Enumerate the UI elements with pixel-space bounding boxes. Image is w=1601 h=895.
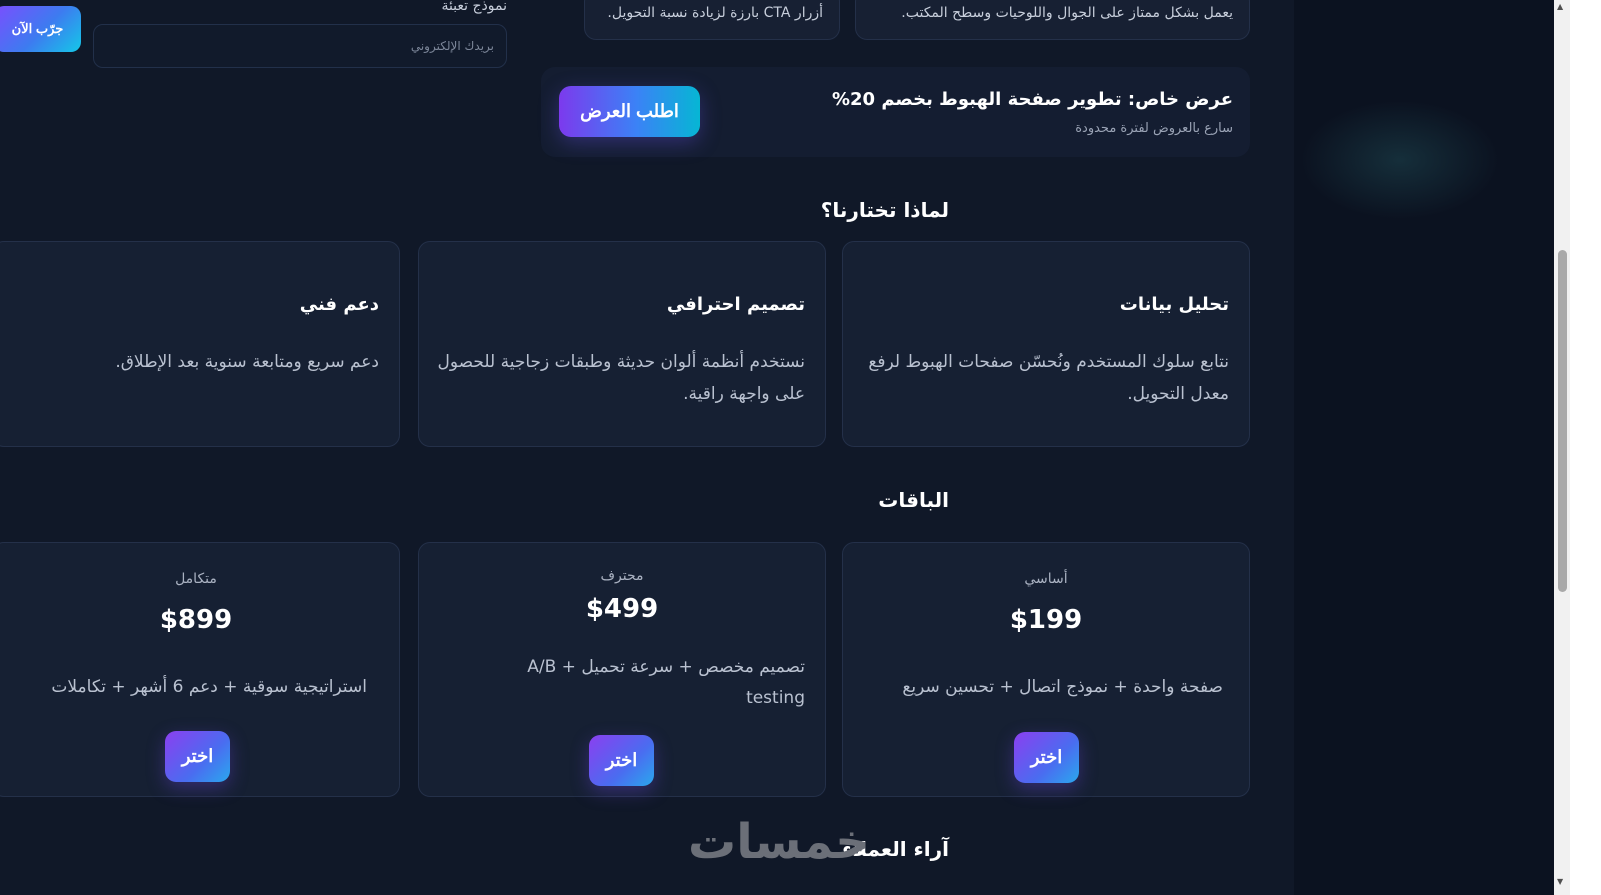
- watermark-logo: خمسات: [688, 814, 870, 870]
- feature-card-cta: أزرار CTA بارزة لزيادة نسبة التحويل.: [584, 0, 840, 40]
- try-now-button[interactable]: جرّب الآن: [0, 6, 81, 52]
- plan-price: $899: [159, 605, 233, 635]
- scrollbar-thumb[interactable]: [1558, 250, 1567, 592]
- plan-price: $499: [585, 594, 659, 624]
- why-card-title: دعم فني: [299, 294, 379, 315]
- feature-card-responsive: يعمل بشكل ممتاز على الجوال واللوحيات وسط…: [855, 0, 1250, 40]
- page: يعمل بشكل ممتاز على الجوال واللوحيات وسط…: [0, 0, 1601, 895]
- why-card-title: تحليل بيانات: [1119, 294, 1229, 315]
- window-edge: [1570, 0, 1601, 895]
- scrollbar[interactable]: ▲ ▼: [1554, 0, 1570, 895]
- why-card-text: نستخدم أنظمة ألوان حديثة وطبقات زجاجية ل…: [437, 352, 805, 404]
- plan-name: محترف: [600, 568, 644, 584]
- choose-plan-button[interactable]: اختر: [589, 735, 654, 786]
- why-card-support: دعم فني دعم سريع ومتابعة سنوية بعد الإطل…: [0, 241, 400, 447]
- plan-card-complete: متكامل $899 استراتيجية سوقية + دعم 6 أشه…: [0, 542, 400, 797]
- plan-name: متكامل: [175, 571, 217, 587]
- why-card-title: تصميم احترافي: [666, 294, 805, 315]
- plan-card-pro: محترف $499 تصميم مخصص + سرعة تحميل + A/B…: [418, 542, 826, 797]
- plan-description: تصميم مخصص + سرعة تحميل + A/B testing: [527, 657, 805, 708]
- plan-price: $199: [1009, 605, 1083, 635]
- feature-card-cta-text: أزرار CTA بارزة لزيادة نسبة التحويل.: [607, 5, 823, 21]
- plan-name: أساسي: [1024, 571, 1068, 587]
- background-glow: [1300, 100, 1500, 220]
- email-input[interactable]: بريدك الإلكتروني: [93, 24, 507, 68]
- form-label: نموذج تعبئة: [441, 0, 507, 14]
- choose-plan-button[interactable]: اختر: [1014, 732, 1079, 783]
- feature-card-responsive-text: يعمل بشكل ممتاز على الجوال واللوحيات وسط…: [901, 5, 1233, 21]
- offer-subtitle: سارع بالعروض لفترة محدودة: [1075, 121, 1233, 136]
- why-us-heading: لماذا تختارنا؟: [820, 198, 949, 222]
- why-card-text: نتابع سلوك المستخدم ونُحسّن صفحات الهبوط…: [868, 352, 1229, 404]
- why-card-design: تصميم احترافي نستخدم أنظمة ألوان حديثة و…: [418, 241, 826, 447]
- main-content: يعمل بشكل ممتاز على الجوال واللوحيات وسط…: [0, 0, 1294, 895]
- why-card-analytics: تحليل بيانات نتابع سلوك المستخدم ونُحسّن…: [842, 241, 1250, 447]
- offer-banner: عرض خاص: تطوير صفحة الهبوط بخصم 20% سارع…: [541, 67, 1250, 157]
- choose-plan-button[interactable]: اختر: [165, 731, 230, 782]
- scroll-up-arrow-icon[interactable]: ▲: [1557, 2, 1563, 12]
- plan-description: استراتيجية سوقية + دعم 6 أشهر + تكاملات: [51, 677, 367, 697]
- plan-card-basic: أساسي $199 صفحة واحدة + نموذج اتصال + تح…: [842, 542, 1250, 797]
- plan-description: صفحة واحدة + نموذج اتصال + تحسين سريع: [902, 677, 1223, 697]
- plans-heading: الباقات: [878, 488, 949, 512]
- why-card-text: دعم سريع ومتابعة سنوية بعد الإطلاق.: [115, 352, 379, 372]
- request-offer-button[interactable]: اطلب العرض: [559, 86, 700, 137]
- scroll-down-arrow-icon[interactable]: ▼: [1557, 877, 1563, 887]
- offer-title: عرض خاص: تطوير صفحة الهبوط بخصم 20%: [831, 89, 1233, 110]
